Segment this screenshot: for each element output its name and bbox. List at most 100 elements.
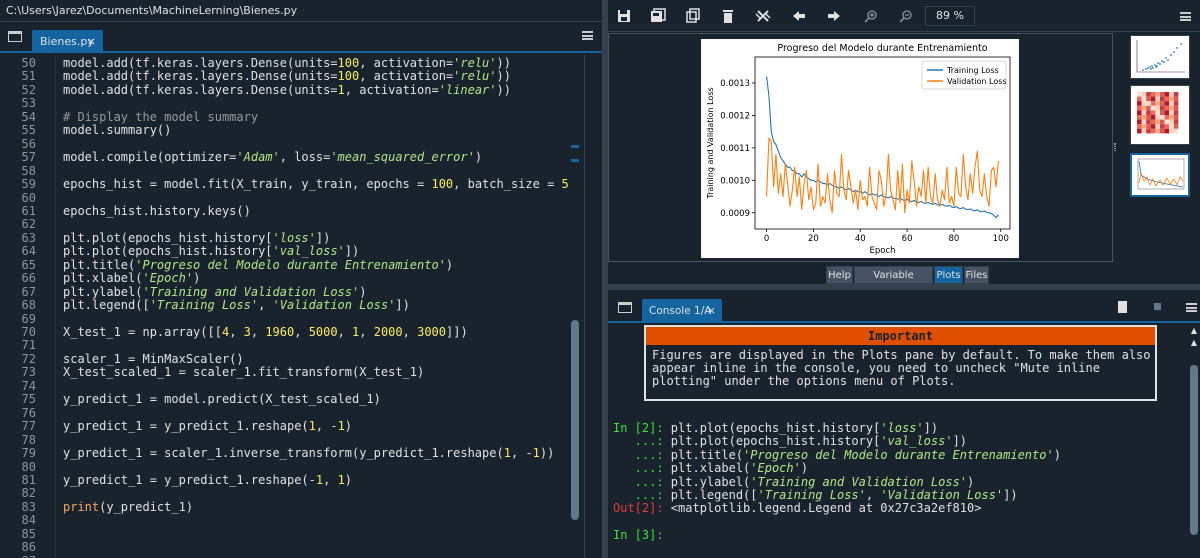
- heatmap-cell: [1137, 105, 1142, 111]
- zoom-level-field[interactable]: 89 %: [925, 6, 975, 26]
- heatmap-cell: [1141, 124, 1147, 129]
- heatmap-cell: [1150, 115, 1156, 120]
- code-line: 85: [0, 527, 582, 541]
- console-line: ...: plt.title('Progreso del Modelo dura…: [613, 447, 1061, 462]
- code-line: 83 print(y_predict_1): [0, 500, 582, 514]
- heatmap-cell: [1160, 92, 1165, 97]
- code-line: 71: [0, 338, 582, 353]
- code-line: 73 X_test_scaled_1 = scaler_1.fit_transfo…: [0, 365, 582, 379]
- zoom-out-icon[interactable]: [898, 8, 914, 24]
- remove-all-icon[interactable]: [755, 8, 771, 24]
- heatmap-cell: [1160, 101, 1165, 106]
- line-number: 71: [21, 338, 36, 353]
- line-number: 62: [21, 217, 36, 232]
- code-text: plt.plot(epochs_hist.history['val_loss']…: [63, 244, 360, 259]
- save-icon[interactable]: [616, 8, 632, 24]
- line-number: 50: [21, 56, 36, 70]
- scroll-up-icon[interactable]: ▲: [1190, 327, 1198, 335]
- clipboard-icon[interactable]: [1118, 301, 1127, 313]
- code-line: 75 y_predict_1 = model.predict(X_test_sca…: [0, 392, 582, 406]
- thumbnail-scatter-plot[interactable]: [1130, 35, 1190, 79]
- console-text: plt.plot(epochs_hist.history['loss']): [670, 421, 939, 435]
- line-number: 57: [21, 150, 36, 165]
- input-prompt: In [3]:: [613, 528, 671, 543]
- editor-overview-strip: [584, 55, 602, 558]
- tab-files[interactable]: Files: [964, 266, 989, 284]
- close-tab-icon[interactable]: ×: [707, 299, 716, 323]
- console-scroll-thumb[interactable]: [1190, 365, 1198, 535]
- line-number: 61: [21, 203, 36, 218]
- editor-vertical-scrollbar[interactable]: [568, 55, 582, 558]
- code-text: y_predict_1 = y_predict_1.reshape(-1, 1): [63, 472, 353, 487]
- heatmap-cell: [1150, 128, 1156, 134]
- heatmap-cell: [1137, 101, 1142, 106]
- line-number: 76: [21, 405, 36, 420]
- heatmap-cell: [1155, 101, 1160, 106]
- copy-icon[interactable]: [685, 8, 701, 24]
- code-line: 67 plt.ylabel('Training and Validation Lo…: [0, 285, 582, 299]
- heatmap-cell: [1150, 96, 1156, 102]
- console-options-menu-icon[interactable]: [1186, 303, 1197, 312]
- thumbnails-splitter[interactable]: [1113, 33, 1121, 262]
- code-line: 62: [0, 217, 582, 232]
- output-prompt: Out[2]:: [613, 501, 671, 516]
- heatmap-cell: [1137, 92, 1142, 97]
- heatmap-cell: [1173, 96, 1179, 102]
- browse-tabs-icon[interactable]: [618, 302, 632, 313]
- zoom-in-icon[interactable]: [863, 8, 879, 24]
- code-text: y_predict_1 = scaler_1.inverse_transform…: [63, 446, 555, 461]
- console-text: plt.legend(['Training Loss', 'Validation…: [670, 488, 1018, 502]
- line-number: 63: [21, 230, 36, 245]
- input-prompt: ...:: [613, 447, 671, 462]
- x-axis-label: Epoch: [869, 246, 895, 256]
- legend-label: Validation Loss: [947, 77, 1007, 86]
- heatmap-cell: [1141, 96, 1147, 102]
- code-text: model.compile(optimizer='Adam', loss='me…: [63, 150, 483, 165]
- scroll-up-icon[interactable]: ▲: [1190, 339, 1198, 347]
- heatmap-cell: [1150, 124, 1156, 129]
- plots-options-menu-icon[interactable]: [1180, 12, 1191, 21]
- heatmap-cell: [1169, 92, 1174, 97]
- heatmap-cell: [1173, 92, 1179, 97]
- line-number: 53: [21, 96, 36, 111]
- code-line: 57 model.compile(optimizer='Adam', loss='…: [0, 150, 582, 165]
- console-tab[interactable]: Console 1/A ×: [642, 299, 722, 323]
- scroll-marker: [571, 145, 579, 148]
- heatmap-cell: [1141, 128, 1147, 134]
- delete-icon[interactable]: [720, 8, 736, 24]
- code-line: 52 model.add(tf.keras.layers.Dense(units=…: [0, 83, 582, 97]
- file-path-bar: C:\Users\Jarez\Documents\MachineLerning\…: [0, 0, 602, 22]
- plot-figure: 0 20 40 60 80 100 0.0009 0.0010 0.0011 0.0012 0.00…: [701, 39, 1019, 258]
- editor-scroll-thumb[interactable]: [571, 320, 579, 520]
- heatmap-cell: [1164, 110, 1170, 115]
- tab-variable-explorer[interactable]: Variable Explorer: [854, 266, 933, 299]
- console-line: ...: plt.plot(epochs_hist.history['val_l…: [613, 435, 967, 448]
- code-text: plt.plot(epochs_hist.history['loss']): [63, 230, 331, 245]
- heatmap-cell: [1141, 119, 1147, 125]
- line-number: 78: [21, 432, 36, 447]
- input-prompt: ...:: [613, 434, 671, 449]
- line-number: 60: [21, 190, 36, 205]
- save-all-icon[interactable]: [650, 8, 666, 24]
- console-text: plt.xlabel('Epoch'): [670, 461, 809, 476]
- previous-arrow-icon[interactable]: [791, 8, 807, 24]
- code-text: # Display the model summary: [63, 109, 259, 124]
- close-tab-icon[interactable]: ×: [87, 30, 96, 53]
- editor-options-menu-icon[interactable]: [582, 31, 593, 40]
- browse-tabs-icon[interactable]: [8, 31, 22, 42]
- stop-icon[interactable]: [1154, 303, 1161, 310]
- line-number: 66: [21, 271, 36, 286]
- x-tick-label: 100: [993, 234, 1009, 244]
- line-number: 65: [21, 257, 36, 272]
- plot-canvas[interactable]: 0 20 40 60 80 100 0.0009 0.0010 0.0011 0.0012 0.00…: [608, 33, 1113, 262]
- editor-tab-bienes[interactable]: Bienes.py ×: [32, 30, 103, 53]
- code-editor[interactable]: 50 model.add(tf.keras.layers.Dense(units=…: [0, 55, 582, 558]
- next-arrow-icon[interactable]: [826, 8, 842, 24]
- console-vertical-scrollbar[interactable]: ▲ ▲: [1188, 325, 1200, 558]
- console-output[interactable]: Important Figures are displayed in the P…: [608, 325, 1188, 558]
- thumbnail-heatmap[interactable]: [1130, 85, 1190, 145]
- tab-plots[interactable]: Plots: [934, 266, 963, 284]
- thumbnail-loss-plot[interactable]: [1130, 153, 1190, 197]
- tab-help[interactable]: Help: [826, 266, 853, 284]
- heatmap-cell: [1173, 124, 1179, 129]
